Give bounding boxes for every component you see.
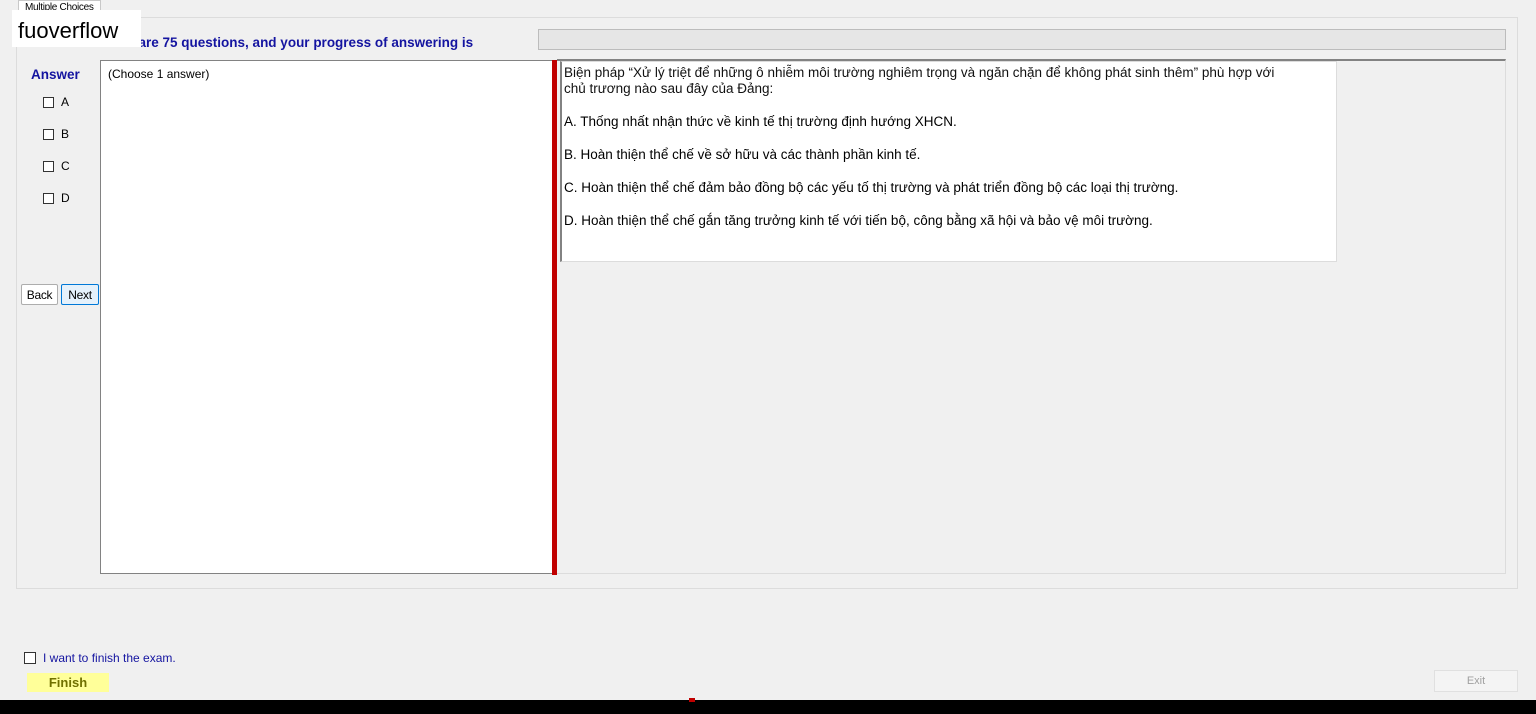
finish-button[interactable]: Finish xyxy=(27,673,109,692)
answer-option-c[interactable]: C xyxy=(43,158,70,174)
answer-option-a[interactable]: A xyxy=(43,94,69,110)
answer-text-pane[interactable]: (Choose 1 answer) xyxy=(100,60,553,574)
checkbox-a[interactable] xyxy=(43,96,54,108)
checkbox-b[interactable] xyxy=(43,128,54,140)
question-option-a: A. Thống nhất nhận thức về kinh tế thị t… xyxy=(564,114,957,129)
answer-option-b[interactable]: B xyxy=(43,126,69,142)
answer-option-d[interactable]: D xyxy=(43,190,70,206)
progress-bar xyxy=(538,29,1506,50)
answer-option-c-label: C xyxy=(61,159,70,173)
exit-button[interactable]: Exit xyxy=(1434,670,1518,692)
taskbar-indicator xyxy=(689,698,695,702)
question-stem: Biện pháp “Xử lý triệt để những ô nhiễm … xyxy=(564,65,1275,96)
answer-option-d-label: D xyxy=(61,191,70,205)
back-button[interactable]: Back xyxy=(21,284,58,305)
question-option-d: D. Hoàn thiện thể chế gắn tăng trưởng ki… xyxy=(564,213,1153,228)
choose-hint: (Choose 1 answer) xyxy=(108,67,210,81)
question-option-c: C. Hoàn thiện thể chế đảm bảo đồng bộ cá… xyxy=(564,180,1179,195)
answer-option-b-label: B xyxy=(61,127,70,141)
progress-label: There are 75 questions, and your progres… xyxy=(98,35,474,50)
question-option-b: B. Hoàn thiện thể chế về sở hữu và các t… xyxy=(564,147,921,162)
finish-checkbox-label: I want to finish the exam. xyxy=(43,651,176,665)
answer-option-a-label: A xyxy=(61,95,70,109)
taskbar xyxy=(0,700,1536,714)
finish-exam-checkbox[interactable]: I want to finish the exam. xyxy=(24,651,176,665)
watermark-logo: fuoverflow xyxy=(12,10,141,47)
next-button[interactable]: Next xyxy=(61,284,99,305)
answer-title: Answer xyxy=(31,67,80,82)
finish-checkbox-box[interactable] xyxy=(24,652,36,664)
question-content: Biện pháp “Xử lý triệt để những ô nhiễm … xyxy=(560,61,1337,262)
checkbox-c[interactable] xyxy=(43,160,54,172)
checkbox-d[interactable] xyxy=(43,192,54,204)
